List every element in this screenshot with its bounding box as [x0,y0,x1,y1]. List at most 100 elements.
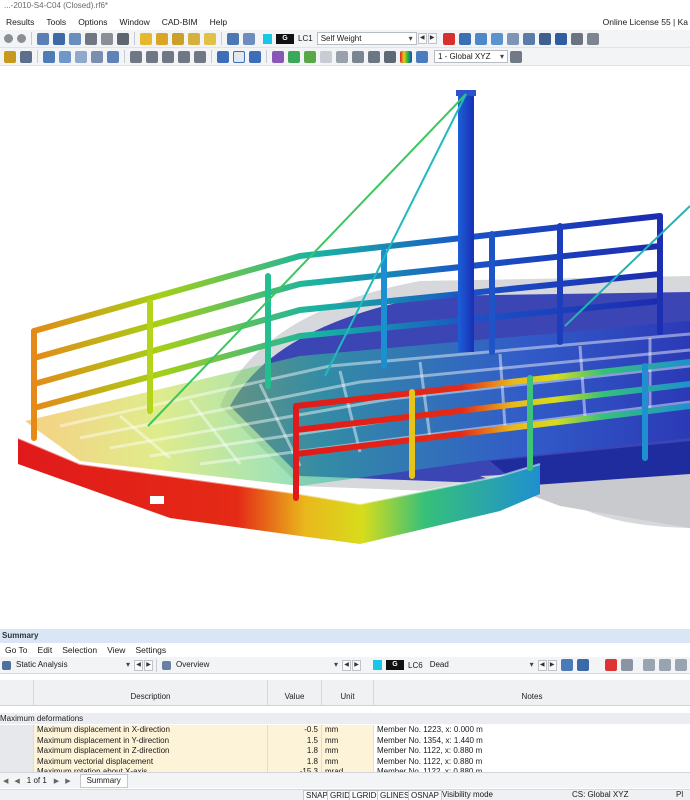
analysis-type-select[interactable]: Static Analysis [13,659,133,672]
table-row[interactable]: Maximum vectorial displacement 1.8 mm Me… [0,756,690,767]
panel-menu-settings[interactable]: Settings [130,643,171,657]
table-row[interactable]: Maximum displacement in Z-direction 1.8 … [0,746,690,757]
notes-header[interactable]: Notes [373,680,690,706]
color-scale-icon[interactable] [288,50,300,63]
node-icon[interactable] [4,50,16,63]
model-viewport[interactable] [0,66,690,628]
window-layout-icon[interactable] [37,32,49,45]
scale-icon[interactable] [570,32,583,45]
result-icon[interactable] [140,32,152,45]
table-row[interactable]: Maximum displacement in Y-direction 1.5 … [0,735,690,746]
group-row[interactable]: Maximum deformations [0,713,690,724]
perspective-icon[interactable] [352,50,364,63]
jump-icon[interactable] [560,659,573,671]
coordinate-system-select[interactable]: 1 - Global XYZ [434,50,508,63]
last-page-button[interactable]: ▶ [62,777,73,785]
pointer-icon[interactable] [217,50,229,63]
load-icon[interactable] [91,50,103,63]
tab-summary[interactable]: Summary [79,773,128,788]
xyz-icon[interactable] [506,32,519,45]
coordinate-icon[interactable] [416,50,428,63]
prev-view-button[interactable]: ◀ [342,659,351,671]
link-icon[interactable] [576,659,589,671]
delete-results-icon[interactable] [442,32,455,45]
view-side-icon[interactable] [146,50,158,63]
next-page-button[interactable]: ▶ [51,777,62,785]
osnap-toggle[interactable]: OSNAP [408,790,443,800]
view-iso-icon[interactable] [178,50,190,63]
undo-icon[interactable] [4,34,13,43]
panel-menu-selection[interactable]: Selection [57,643,102,657]
light-icon[interactable] [320,50,332,63]
grid-layout-icon[interactable] [53,32,65,45]
panel-menu-view[interactable]: View [102,643,130,657]
table-row[interactable]: Maximum displacement in X-direction -0.5… [0,725,690,736]
pdf-icon[interactable] [101,32,113,45]
shadow-icon[interactable] [336,50,348,63]
next-panel-load-case-button[interactable]: ▶ [547,659,557,671]
zoom-icon[interactable] [156,32,168,45]
measure-icon[interactable] [384,50,396,63]
stress-icon[interactable] [490,32,503,45]
section-icon[interactable] [522,32,535,45]
prev-page-button[interactable]: ◀ [11,777,22,785]
panel-menu-goto[interactable]: Go To [0,643,33,657]
menu-window[interactable]: Window [113,15,155,30]
value-header[interactable]: Value [267,680,321,706]
next-view-button[interactable]: ▶ [352,659,361,671]
visibility-mode-label[interactable]: Visibility mode [442,790,493,800]
surface-icon[interactable] [59,50,71,63]
first-page-button[interactable]: ◀ [0,777,11,785]
panel-load-case-select[interactable]: Dead [427,659,537,672]
display-icon[interactable] [227,32,239,45]
print-icon[interactable] [85,32,97,45]
menu-cad-bim[interactable]: CAD-BIM [156,15,204,30]
menu-results[interactable]: Results [0,15,40,30]
values-icon[interactable] [204,32,216,45]
description-header[interactable]: Description [33,680,267,706]
transparency-icon[interactable] [272,50,284,63]
view-custom-icon[interactable] [194,50,206,63]
next-analysis-button[interactable]: ▶ [144,659,153,671]
solid-render-icon[interactable] [249,50,261,63]
prev-analysis-button[interactable]: ◀ [134,659,143,671]
clipping-icon[interactable] [368,50,380,63]
result-view-select[interactable]: Overview [173,659,341,672]
panel-table-icon[interactable] [642,659,655,671]
menu-help[interactable]: Help [204,15,233,30]
menu-options[interactable]: Options [72,15,113,30]
panel-xyz-icon[interactable] [620,659,633,671]
view-front-icon[interactable] [130,50,142,63]
solid-icon[interactable] [75,50,87,63]
support-icon[interactable] [107,50,119,63]
dimension-icon[interactable] [554,32,567,45]
result-type-icon[interactable] [458,32,471,45]
deformation-icon[interactable] [474,32,487,45]
color-rainbow-icon[interactable] [400,50,412,63]
menu-tools[interactable]: Tools [40,15,72,30]
report-icon[interactable] [117,32,129,45]
prev-panel-load-case-button[interactable]: ◀ [537,659,547,671]
wireframe-icon[interactable] [233,50,245,63]
table-icon[interactable] [69,32,81,45]
member-icon[interactable] [43,50,55,63]
line-icon[interactable] [20,50,32,63]
redo-icon[interactable] [17,34,26,43]
frame-icon[interactable] [586,32,599,45]
panel-delete-icon[interactable] [604,659,617,671]
model-icon[interactable] [538,32,551,45]
unit-header[interactable]: Unit [321,680,373,706]
prev-load-case-button[interactable]: ◀ [417,33,427,44]
lgrid-toggle[interactable]: LGRID [349,790,380,800]
filter-icon[interactable] [188,32,200,45]
panel-export-icon[interactable] [674,659,687,671]
view-top-icon[interactable] [162,50,174,63]
panel-icon[interactable] [243,32,255,45]
load-case-select[interactable]: Self Weight [316,32,417,45]
section-cut-icon[interactable] [304,50,316,63]
panel-menu-edit[interactable]: Edit [33,643,58,657]
panel-print-icon[interactable] [658,659,671,671]
render-icon[interactable] [172,32,184,45]
next-load-case-button[interactable]: ▶ [427,33,437,44]
deformation-render[interactable] [0,66,690,628]
